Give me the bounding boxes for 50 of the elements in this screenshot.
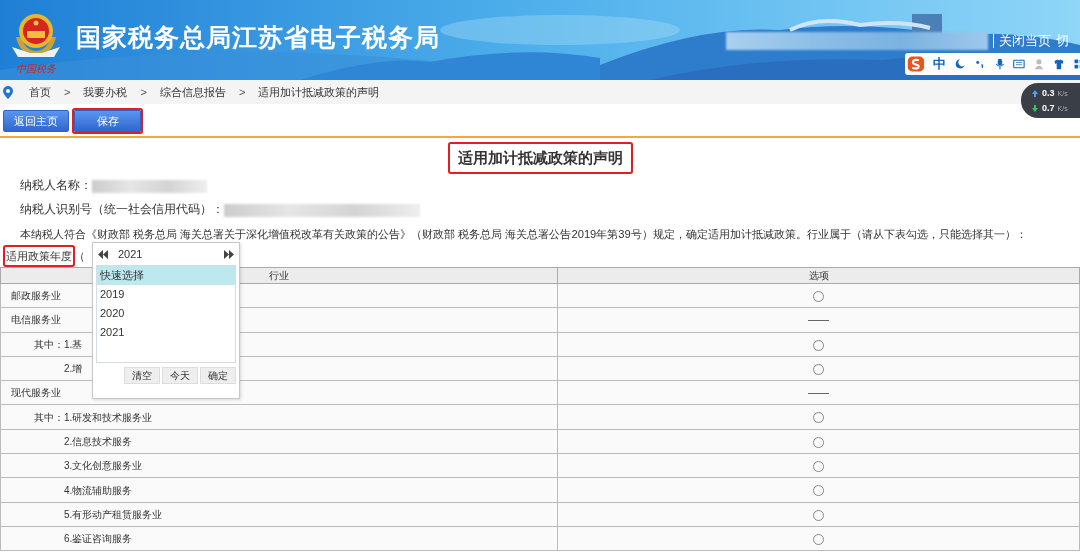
- industry-label: 邮政服务业: [10, 290, 61, 302]
- up-arrow-icon: [1031, 89, 1039, 98]
- form-title: 适用加计抵减政策的声明: [449, 144, 631, 172]
- speed-value: 0.3: [1042, 87, 1055, 100]
- speed-value: 0.7: [1042, 102, 1055, 115]
- breadcrumb-link[interactable]: 我要办税: [83, 83, 128, 101]
- down-arrow-icon: [1031, 104, 1039, 113]
- breadcrumb-link[interactable]: 综合信息报告: [159, 83, 226, 101]
- field-label: 纳税人识别号（统一社会信用代码）：: [20, 202, 224, 218]
- user-icon[interactable]: [1033, 56, 1046, 72]
- picker-button[interactable]: 确定: [200, 367, 236, 384]
- year-option[interactable]: 2021: [97, 323, 235, 342]
- breadcrumb-separator: >: [238, 84, 246, 100]
- breadcrumb-separator: >: [64, 84, 71, 100]
- industry-label: 4.物流辅助服务: [63, 484, 133, 496]
- industry-label: 5.有形动产租赁服务业: [63, 508, 163, 520]
- paren-text: （: [74, 248, 85, 264]
- emblem-caption: 中国税务: [16, 63, 56, 74]
- breadcrumb-link[interactable]: 适用加计抵减政策的声明: [258, 83, 380, 101]
- statement-text: 本纳税人符合《财政部 税务总局 海关总署关于深化增值税改革有关政策的公告》（财政部 税务总局 海关总署公告2019年第39号）规定，确定适用加计抵减政策。行业属于（请从下表勾选，只能选择其一）：: [19, 226, 1028, 242]
- header-link[interactable]: 关闭当页: [999, 33, 1051, 49]
- previous-year-icon[interactable]: [98, 249, 108, 259]
- industry-label: 2.信息技术服务: [63, 435, 133, 447]
- column-header: 选项: [557, 267, 1080, 284]
- industry-label: 6.鉴证咨询服务: [63, 533, 133, 545]
- home-button[interactable]: 返回主页: [3, 110, 69, 132]
- year-display: 2021: [118, 246, 143, 262]
- industry-label: 3.文化创意服务业: [63, 460, 143, 472]
- year-label: 适用政策年度: [5, 246, 73, 266]
- picker-button[interactable]: 今天: [162, 367, 198, 384]
- picker-button[interactable]: 清空: [124, 367, 160, 384]
- year-option[interactable]: 2020: [97, 304, 235, 323]
- industry-label: 其中：1.研发和技术服务业: [33, 411, 153, 423]
- year-option[interactable]: 快速选择: [97, 266, 235, 285]
- year-option[interactable]: 2019: [97, 285, 235, 304]
- breadcrumb-separator: >: [140, 84, 147, 100]
- field-label: 纳税人名称：: [20, 178, 92, 194]
- next-year-icon[interactable]: [224, 249, 234, 259]
- site-title: 国家税务总局江苏省电子税务局: [76, 22, 440, 54]
- dash-mark: [808, 393, 829, 395]
- dash-mark: [808, 320, 829, 322]
- save-button[interactable]: 保存: [74, 110, 141, 132]
- industry-label: 2.增: [63, 363, 83, 375]
- industry-label: 现代服务业: [10, 387, 61, 399]
- breadcrumb-link[interactable]: 首页: [29, 83, 51, 101]
- ime-mode-toggle[interactable]: 中: [932, 54, 946, 74]
- industry-label: 电信服务业: [10, 314, 61, 326]
- industry-label: 其中：1.基: [33, 338, 83, 350]
- location-pin-icon: [3, 85, 13, 99]
- microphone-icon[interactable]: [993, 56, 1006, 72]
